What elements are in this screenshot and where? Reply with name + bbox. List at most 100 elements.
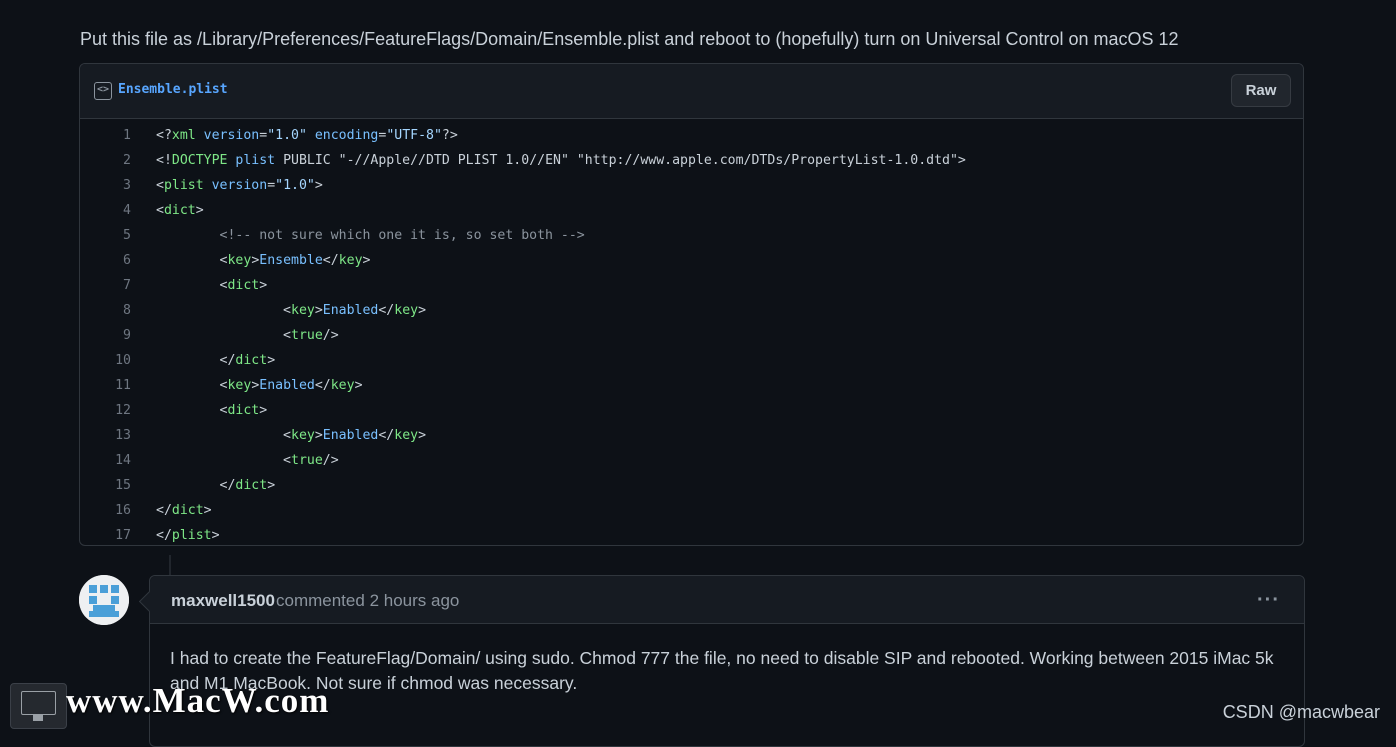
- code-text: <dict>: [156, 403, 268, 418]
- code-token: dict: [171, 503, 204, 518]
- code-token: dict: [163, 203, 196, 218]
- line-number[interactable]: 14: [80, 453, 156, 468]
- line-number[interactable]: 8: [80, 303, 156, 318]
- code-token: dict: [235, 353, 268, 368]
- code-token: true: [291, 328, 323, 343]
- code-token: <: [156, 203, 164, 218]
- line-number[interactable]: 5: [80, 228, 156, 243]
- code-token: dict: [227, 278, 260, 293]
- monitor-stand: [33, 715, 43, 721]
- line-number[interactable]: 1: [80, 128, 156, 143]
- code-token: >: [362, 253, 371, 268]
- line-number[interactable]: 12: [80, 403, 156, 418]
- code-body: 1 <?xml version="1.0" encoding="UTF-8"?> 2…: [80, 119, 1303, 545]
- code-token: >: [314, 178, 323, 193]
- code-token: >: [195, 203, 204, 218]
- code-token: </: [378, 303, 395, 318]
- code-text: </dict>: [156, 503, 212, 518]
- code-line: 10 </dict>: [80, 348, 1303, 373]
- code-token: <: [156, 378, 228, 393]
- code-token: encoding: [314, 128, 379, 143]
- code-text: <plist version="1.0">: [156, 178, 323, 193]
- code-line: 6 <key>Ensemble</key>: [80, 248, 1303, 273]
- file-name-link[interactable]: Ensemble.plist: [118, 82, 228, 97]
- line-number[interactable]: 16: [80, 503, 156, 518]
- line-number[interactable]: 11: [80, 378, 156, 393]
- code-token: </: [156, 528, 172, 543]
- code-token: key: [291, 303, 315, 318]
- code-line: 3 <plist version="1.0">: [80, 173, 1303, 198]
- code-token: <!: [156, 153, 172, 168]
- code-text: <dict>: [156, 278, 268, 293]
- code-token: >: [354, 378, 363, 393]
- comment-header: maxwell1500 commented 2 hours ago ···: [150, 576, 1304, 624]
- code-line: 7 <dict>: [80, 273, 1303, 298]
- code-text: <true/>: [156, 328, 339, 343]
- code-token: </: [156, 503, 172, 518]
- code-token: <: [156, 278, 228, 293]
- code-token: <!-- not sure which one it is, so set bo…: [219, 228, 585, 243]
- avatar[interactable]: [79, 575, 129, 625]
- code-token: >: [418, 428, 427, 443]
- line-number[interactable]: 17: [80, 528, 156, 543]
- line-number[interactable]: 10: [80, 353, 156, 368]
- code-line: 8 <key>Enabled</key>: [80, 298, 1303, 323]
- code-token: <?: [156, 128, 172, 143]
- code-square-icon: <>: [94, 82, 112, 100]
- code-token: >: [211, 528, 220, 543]
- monitor-screen: [21, 691, 56, 715]
- code-token: >: [314, 428, 323, 443]
- comment-timestamp[interactable]: 2 hours ago: [370, 591, 460, 610]
- code-token: Enabled: [259, 378, 315, 393]
- code-token: =: [259, 128, 268, 143]
- code-token: =: [267, 178, 276, 193]
- code-line: 17 </plist>: [80, 523, 1303, 545]
- line-number[interactable]: 6: [80, 253, 156, 268]
- line-number[interactable]: 2: [80, 153, 156, 168]
- code-line: 13 <key>Enabled</key>: [80, 423, 1303, 448]
- code-token: true: [291, 453, 323, 468]
- code-token: </: [156, 353, 236, 368]
- code-line: 9 <true/>: [80, 323, 1303, 348]
- line-number[interactable]: 7: [80, 278, 156, 293]
- kebab-horizontal-icon[interactable]: ···: [1257, 589, 1280, 612]
- code-line: 1 <?xml version="1.0" encoding="UTF-8"?>: [80, 123, 1303, 148]
- line-number[interactable]: 4: [80, 203, 156, 218]
- code-text: <?xml version="1.0" encoding="UTF-8"?>: [156, 128, 458, 143]
- code-text: <true/>: [156, 453, 339, 468]
- code-token: ?>: [441, 128, 458, 143]
- raw-button[interactable]: Raw: [1231, 74, 1291, 107]
- code-token: <: [156, 403, 228, 418]
- line-number[interactable]: 15: [80, 478, 156, 493]
- code-token: </: [322, 253, 339, 268]
- code-token: Ensemble: [259, 253, 323, 268]
- code-token: plist: [171, 528, 212, 543]
- code-text: </dict>: [156, 353, 276, 368]
- identicon-avatar: [79, 575, 129, 625]
- comment-author-link[interactable]: maxwell1500: [171, 591, 275, 611]
- macw-monitor-logo: [10, 683, 67, 729]
- line-number[interactable]: 13: [80, 428, 156, 443]
- code-token: />: [322, 328, 339, 343]
- code-token: version: [211, 178, 268, 193]
- code-token: key: [227, 253, 252, 268]
- code-token: dict: [235, 478, 268, 493]
- line-number[interactable]: 3: [80, 178, 156, 193]
- code-text: <!DOCTYPE plist PUBLIC "-//Apple//DTD PL…: [156, 153, 966, 168]
- timeline-connector: [169, 555, 171, 575]
- code-token: key: [291, 428, 315, 443]
- code-token: </: [378, 428, 395, 443]
- code-token: />: [322, 453, 339, 468]
- code-token: Enabled: [322, 428, 379, 443]
- code-token: <: [156, 253, 228, 268]
- comment-meta: commented 2 hours ago: [276, 591, 459, 611]
- code-token: PUBLIC "-//Apple//DTD PLIST 1.0//EN" "ht…: [275, 153, 966, 168]
- line-number[interactable]: 9: [80, 328, 156, 343]
- code-token: xml: [171, 128, 196, 143]
- code-token: "1.0": [267, 128, 307, 143]
- code-line: 12 <dict>: [80, 398, 1303, 423]
- code-text: <key>Ensemble</key>: [156, 253, 371, 268]
- comment-body: I had to create the FeatureFlag/Domain/ …: [170, 648, 1274, 693]
- code-token: "1.0": [275, 178, 315, 193]
